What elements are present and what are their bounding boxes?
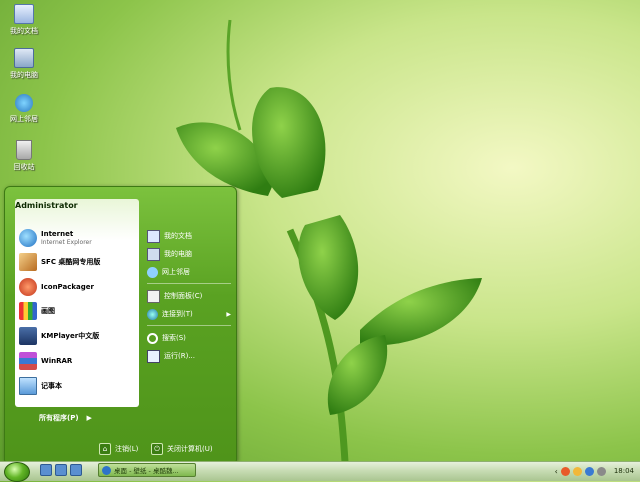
pinned-item-sfc[interactable]: SFC 桌酷网专用版 — [19, 251, 137, 273]
places-item-label: 控制面板(C) — [164, 292, 203, 300]
my-computer-icon — [14, 48, 34, 68]
places-item-my-computer[interactable]: 我的电脑 — [147, 247, 231, 261]
taskbar — [0, 461, 640, 481]
pinned-item-title: SFC 桌酷网专用版 — [41, 257, 101, 266]
internet-explorer-icon — [102, 465, 111, 475]
separator — [147, 325, 231, 326]
internet-explorer-icon — [19, 229, 37, 247]
places-item-label: 我的电脑 — [164, 250, 192, 258]
pinned-item-kmplayer[interactable]: KMPlayer中文版 — [19, 325, 137, 347]
logoff-button[interactable]: ⌂ 注销(L) — [99, 443, 138, 455]
network-icon — [15, 94, 33, 112]
places-item-label: 搜索(S) — [162, 334, 186, 342]
all-programs-button[interactable]: 所有程序(P) ▶ — [39, 413, 92, 423]
tray-app-icon[interactable] — [572, 466, 582, 476]
desktop-icon-label: 网上邻居 — [10, 115, 38, 123]
pinned-item-winrar[interactable]: WinRAR — [19, 350, 137, 372]
desktop-icon-label: 我的文档 — [10, 27, 38, 35]
desktop-icon-label: 我的电脑 — [10, 71, 38, 79]
places-item-search[interactable]: 搜索(S) — [147, 331, 231, 345]
notepad-icon — [19, 377, 37, 395]
clock[interactable]: 18:04 — [614, 467, 634, 475]
pinned-item-internet[interactable]: Internet Internet Explorer — [19, 227, 137, 249]
places-item-label: 运行(R)... — [164, 352, 196, 360]
sfc-icon — [19, 253, 37, 271]
start-menu-footer: ⌂ 注销(L) ⏻ 关闭计算机(U) — [5, 439, 236, 461]
shutdown-label: 关闭计算机(U) — [167, 445, 213, 453]
my-computer-icon — [147, 247, 160, 261]
pinned-item-title: 画图 — [41, 306, 55, 315]
my-documents-icon — [14, 4, 34, 24]
places-item-my-documents[interactable]: 我的文档 — [147, 229, 231, 243]
arrow-right-icon: ▶ — [226, 310, 231, 318]
show-desktop-icon[interactable] — [40, 464, 52, 476]
pinned-item-iconpackager[interactable]: IconPackager — [19, 276, 137, 298]
logoff-icon: ⌂ — [99, 443, 111, 455]
kmplayer-icon — [19, 327, 37, 345]
places-item-connect-to[interactable]: 连接到(T) ▶ — [147, 307, 231, 321]
desktop-icon-my-computer[interactable]: 我的电脑 — [4, 48, 44, 80]
my-documents-icon — [147, 229, 160, 243]
connect-icon — [147, 308, 158, 320]
tray-app-icon[interactable] — [560, 466, 570, 476]
logoff-label: 注销(L) — [115, 445, 139, 453]
pinned-item-title: IconPackager — [41, 282, 94, 291]
start-menu-pinned-panel: Administrator Internet Internet Explorer… — [15, 199, 139, 407]
desktop-icon-my-documents[interactable]: 我的文档 — [4, 4, 44, 36]
pinned-item-notepad[interactable]: 记事本 — [19, 375, 137, 397]
places-item-label: 连接到(T) — [162, 310, 193, 318]
pinned-item-subtitle: Internet Explorer — [41, 239, 92, 246]
recycle-bin-icon — [16, 140, 32, 160]
volume-icon[interactable] — [596, 466, 606, 476]
places-item-control-panel[interactable]: 控制面板(C) — [147, 289, 231, 303]
pinned-item-title: WinRAR — [41, 356, 73, 365]
pinned-item-title: 记事本 — [41, 381, 62, 390]
taskbar-window-button[interactable]: 桌面 - 壁纸 - 桌酷魏... — [98, 463, 196, 477]
system-tray: ‹ 18:04 — [550, 462, 640, 480]
control-panel-icon — [147, 289, 160, 303]
winrar-icon — [19, 352, 37, 370]
search-icon — [147, 332, 158, 344]
places-item-network[interactable]: 网上邻居 — [147, 265, 231, 279]
taskbar-window-label: 桌面 - 壁纸 - 桌酷魏... — [114, 467, 179, 475]
places-item-label: 网上邻居 — [162, 268, 190, 276]
media-player-icon[interactable] — [70, 464, 82, 476]
shutdown-button[interactable]: ⏻ 关闭计算机(U) — [151, 443, 213, 455]
pinned-item-paint[interactable]: 画图 — [19, 300, 137, 322]
internet-explorer-icon[interactable] — [55, 464, 67, 476]
chevron-left-icon[interactable]: ‹ — [555, 467, 558, 476]
paint-icon — [19, 302, 37, 320]
arrow-right-icon: ▶ — [86, 414, 92, 422]
user-name: Administrator — [15, 201, 78, 210]
network-icon — [147, 266, 158, 278]
start-menu: Administrator Internet Internet Explorer… — [4, 186, 237, 462]
tray-app-icon[interactable] — [584, 466, 594, 476]
start-button[interactable] — [4, 462, 30, 482]
places-item-label: 我的文档 — [164, 232, 192, 240]
desktop-icon-label: 回收站 — [13, 163, 35, 171]
pinned-item-title: Internet — [41, 230, 74, 238]
all-programs-label: 所有程序(P) — [39, 414, 79, 422]
desktop-icon-network[interactable]: 网上邻居 — [4, 94, 44, 124]
power-icon: ⏻ — [151, 443, 163, 455]
run-icon — [147, 349, 160, 363]
pinned-item-title: KMPlayer中文版 — [41, 331, 100, 340]
desktop-icon-recycle-bin[interactable]: 回收站 — [4, 140, 44, 172]
places-item-run[interactable]: 运行(R)... — [147, 349, 231, 363]
separator — [147, 283, 231, 284]
iconpackager-icon — [19, 278, 37, 296]
